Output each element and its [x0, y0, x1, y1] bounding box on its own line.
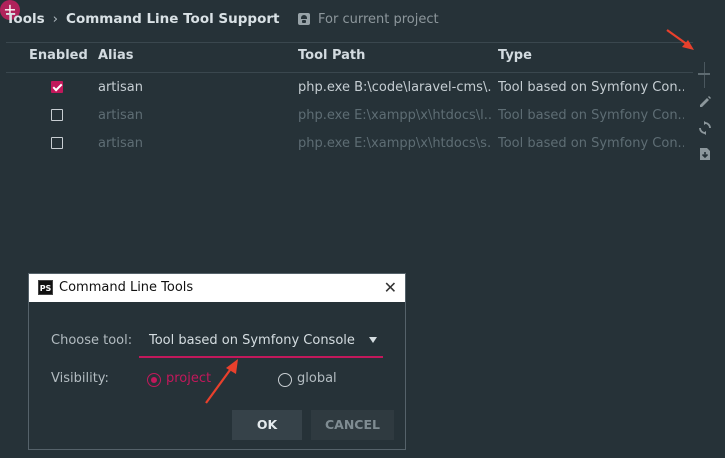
alias-cell: artisan — [98, 136, 143, 151]
refresh-icon[interactable] — [697, 120, 713, 136]
scope-indicator: For current project — [298, 10, 439, 28]
enabled-checkbox[interactable] — [51, 137, 63, 149]
project-scope-icon — [298, 13, 310, 25]
radio-global-label[interactable]: global — [297, 371, 337, 386]
annotation-arrow-add — [666, 29, 694, 50]
edit-icon[interactable] — [697, 94, 713, 110]
chevron-down-icon — [369, 337, 377, 343]
breadcrumb-separator: › — [52, 11, 59, 27]
close-icon[interactable]: ✕ — [384, 274, 397, 302]
cancel-button[interactable]: CANCEL — [311, 410, 394, 440]
table-row[interactable]: artisan php.exe E:\xampp\x\htdocs\l... T… — [6, 102, 686, 130]
remove-icon[interactable] — [698, 73, 710, 75]
column-header-type[interactable]: Type — [498, 47, 532, 65]
tool-path-cell: php.exe B:\code\laravel-cms\... — [298, 80, 492, 95]
page-title: Command Line Tool Support — [66, 11, 280, 27]
choose-tool-value: Tool based on Symfony Console — [149, 333, 355, 348]
enabled-checkbox[interactable] — [51, 81, 63, 93]
toolbar-divider — [704, 62, 705, 88]
dialog-title-bar[interactable]: PS Command Line Tools ✕ — [29, 274, 405, 302]
column-header-alias[interactable]: Alias — [98, 47, 133, 65]
import-icon[interactable] — [697, 146, 713, 162]
alias-cell: artisan — [98, 108, 143, 123]
table-row[interactable]: artisan php.exe B:\code\laravel-cms\... … — [6, 74, 686, 102]
breadcrumb-parent[interactable]: Tools — [6, 11, 45, 27]
tool-path-cell: php.exe E:\xampp\x\htdocs\s... — [298, 136, 492, 151]
phpstorm-logo-icon: PS — [38, 280, 53, 295]
type-cell: Tool based on Symfony Con... — [498, 136, 684, 151]
header-top-divider — [6, 42, 693, 43]
radio-project[interactable] — [147, 373, 161, 387]
alias-cell: artisan — [98, 80, 143, 95]
dialog-title: Command Line Tools — [59, 280, 194, 295]
choose-tool-select[interactable]: Tool based on Symfony Console — [139, 328, 383, 358]
header-bottom-divider — [6, 72, 693, 73]
radio-global[interactable] — [278, 373, 292, 387]
annotation-arrow-select — [205, 359, 238, 404]
tool-path-cell: php.exe E:\xampp\x\htdocs\l... — [298, 108, 492, 123]
column-header-enabled[interactable]: Enabled — [29, 47, 88, 65]
type-cell: Tool based on Symfony Con... — [498, 108, 684, 123]
type-cell: Tool based on Symfony Con... — [498, 80, 684, 95]
ok-button[interactable]: OK — [232, 410, 302, 440]
enabled-checkbox[interactable] — [51, 109, 63, 121]
scope-label: For current project — [318, 11, 439, 27]
breadcrumb: Tools › Command Line Tool Support — [6, 10, 279, 28]
column-header-tool-path[interactable]: Tool Path — [298, 47, 365, 65]
choose-tool-label: Choose tool: — [51, 333, 133, 348]
visibility-label: Visibility: — [51, 371, 109, 386]
table-row[interactable]: artisan php.exe E:\xampp\x\htdocs\s... T… — [6, 130, 686, 158]
